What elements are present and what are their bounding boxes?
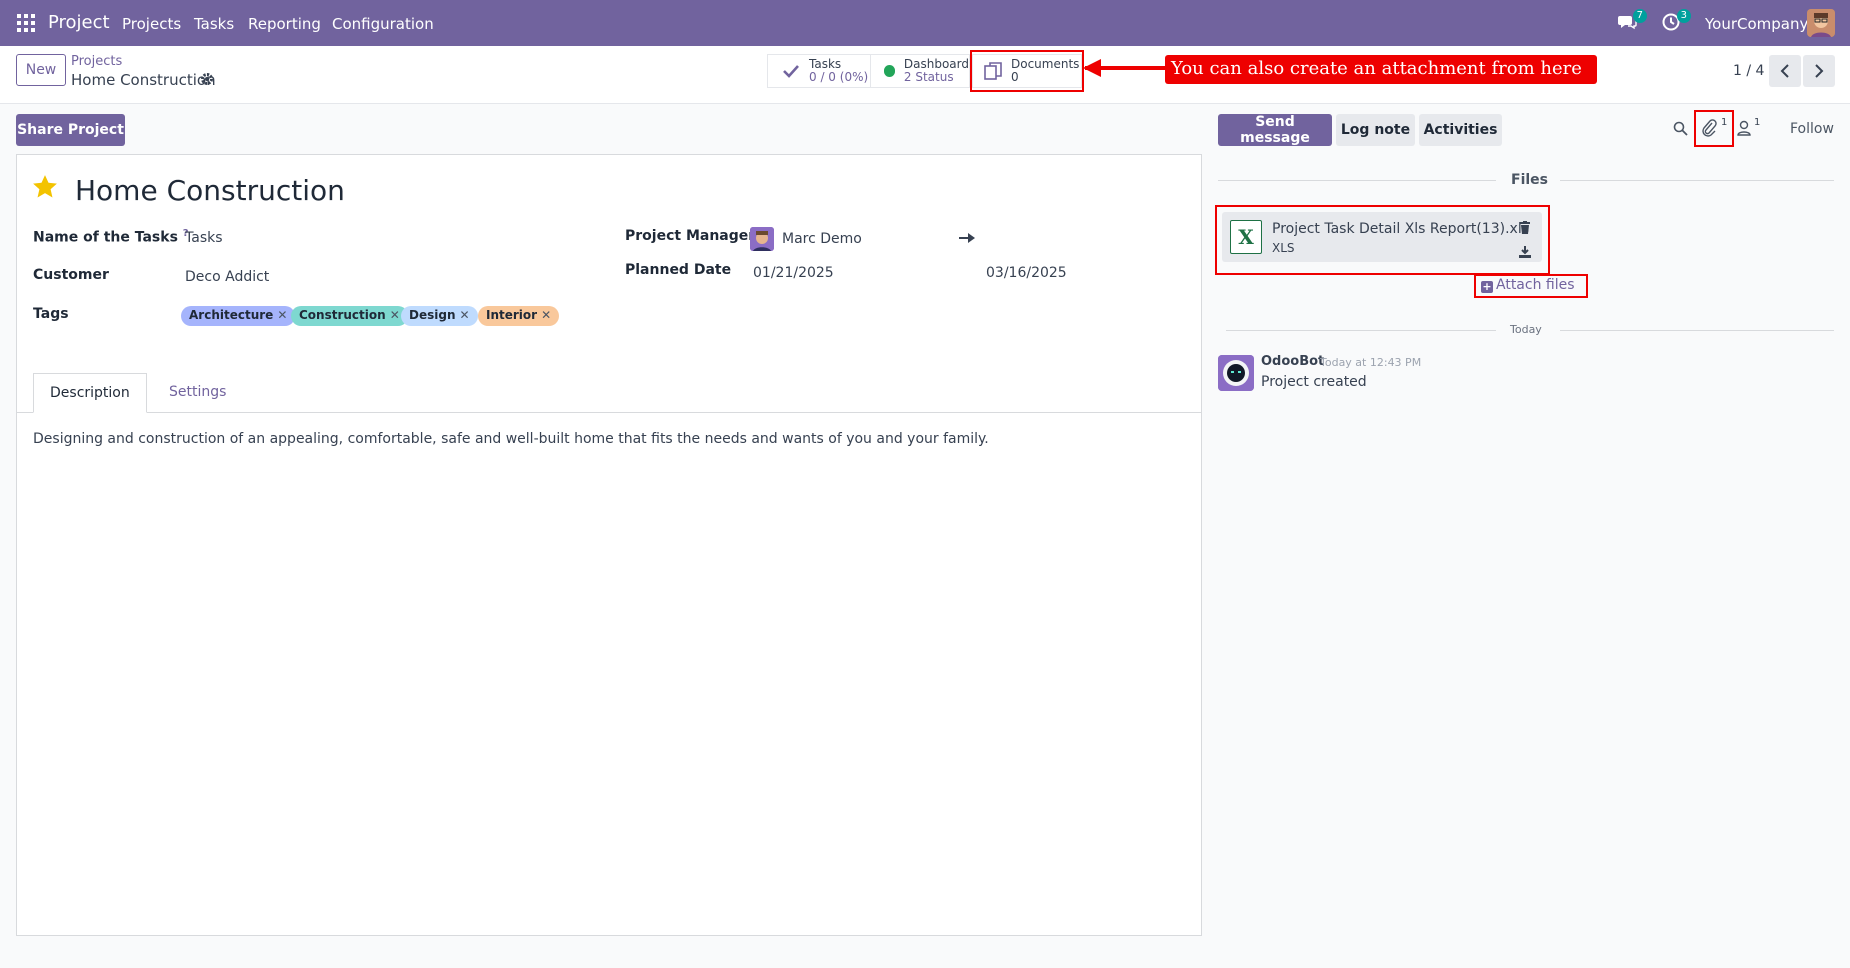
activities-badge: 3	[1676, 9, 1691, 23]
gear-icon[interactable]	[200, 72, 214, 86]
planned-date-label: Planned Date	[625, 262, 732, 278]
log-note-button[interactable]: Log note	[1336, 114, 1415, 146]
company-switcher[interactable]: YourCompany	[1705, 15, 1808, 33]
dashboard-stat-value: 2 Status	[903, 70, 954, 84]
today-label: Today	[1510, 323, 1542, 336]
search-icon[interactable]	[1673, 121, 1688, 136]
tasks-stat-button[interactable]: Tasks 0 / 0 (0%)	[767, 54, 871, 88]
files-divider	[1560, 180, 1834, 181]
planned-end-field[interactable]: 03/16/2025	[986, 265, 1067, 281]
top-navbar: Project Projects Tasks Reporting Configu…	[0, 0, 1850, 46]
dashboard-stat-button[interactable]: Dashboard 2 Status	[870, 54, 970, 88]
callout-arrow	[1085, 66, 1165, 70]
menu-configuration[interactable]: Configuration	[332, 15, 434, 33]
odoobot-avatar	[1218, 355, 1254, 391]
menu-tasks[interactable]: Tasks	[194, 15, 234, 33]
follow-button[interactable]: Follow	[1790, 121, 1834, 137]
tags-label: Tags	[33, 306, 69, 322]
today-divider	[1560, 330, 1834, 331]
manager-avatar	[750, 227, 774, 251]
notebook-tabs: Description Settings	[17, 373, 1201, 413]
pager-next-button[interactable]	[1803, 55, 1835, 87]
pager-previous-button[interactable]	[1769, 55, 1801, 87]
tab-description[interactable]: Description	[33, 373, 147, 413]
tag-remove-icon[interactable]: ✕	[460, 308, 470, 322]
files-title: Files	[1511, 172, 1548, 188]
followers-count: 1	[1754, 117, 1761, 128]
menu-projects[interactable]: Projects	[122, 15, 181, 33]
planned-start-field[interactable]: 01/21/2025	[753, 265, 834, 281]
chevron-left-icon	[1780, 64, 1789, 78]
apps-menu-icon[interactable]	[17, 14, 35, 32]
star-icon[interactable]	[31, 173, 59, 201]
customer-field[interactable]: Deco Addict	[185, 269, 269, 285]
messages-badge: 7	[1632, 9, 1647, 23]
form-sheet: Home Construction Name of the Tasks ? Ta…	[16, 154, 1202, 936]
description-text[interactable]: Designing and construction of an appeali…	[33, 431, 989, 447]
activities-button[interactable]: Activities	[1419, 114, 1502, 146]
message-time: Today at 12:43 PM	[1320, 356, 1422, 369]
message-body: Project created	[1261, 374, 1367, 390]
tab-settings[interactable]: Settings	[153, 373, 242, 413]
documents-highlight	[970, 50, 1084, 92]
tag-design[interactable]: Design ✕	[401, 306, 478, 326]
attachment-highlight	[1215, 205, 1550, 275]
tag-interior[interactable]: Interior ✕	[478, 306, 560, 326]
attach-files-highlight	[1474, 274, 1588, 298]
tasks-name-field[interactable]: Tasks	[185, 230, 223, 246]
files-divider	[1218, 180, 1496, 181]
pager-value[interactable]: 1 / 4	[1733, 63, 1764, 79]
project-title[interactable]: Home Construction	[75, 174, 345, 207]
today-divider	[1226, 330, 1496, 331]
send-message-button[interactable]: Send message	[1218, 114, 1332, 146]
menu-reporting[interactable]: Reporting	[248, 15, 321, 33]
callout-annotation: You can also create an attachment from h…	[1165, 55, 1597, 84]
tag-construction[interactable]: Construction ✕	[291, 306, 408, 326]
breadcrumb-projects[interactable]: Projects	[71, 54, 122, 69]
message-author[interactable]: OdooBot	[1261, 354, 1324, 369]
check-icon	[783, 65, 799, 78]
tag-remove-icon[interactable]: ✕	[277, 308, 287, 322]
project-manager-label: Project Manager	[625, 228, 756, 244]
breadcrumb-current: Home Construction	[71, 71, 216, 89]
tag-remove-icon[interactable]: ✕	[390, 308, 400, 322]
user-avatar[interactable]	[1807, 9, 1835, 37]
app-name[interactable]: Project	[48, 12, 110, 33]
followers-icon[interactable]	[1737, 120, 1751, 136]
tasks-stat-value: 0 / 0 (0%)	[809, 70, 869, 84]
tag-remove-icon[interactable]: ✕	[541, 308, 551, 322]
project-manager-field[interactable]: Marc Demo	[782, 231, 862, 247]
activities-clock-icon[interactable]: 3	[1661, 9, 1691, 34]
new-button[interactable]: New	[16, 54, 66, 86]
tasks-name-label: Name of the Tasks ?	[33, 228, 189, 246]
customer-label: Customer	[33, 267, 109, 283]
tag-architecture[interactable]: Architecture ✕	[181, 306, 296, 326]
messages-icon[interactable]: 7	[1617, 9, 1647, 34]
chevron-right-icon	[1815, 64, 1824, 78]
attachments-highlight	[1694, 110, 1734, 147]
arrow-right-icon	[959, 233, 975, 243]
status-dot-icon	[884, 65, 895, 77]
share-project-button[interactable]: Share Project	[16, 114, 125, 146]
